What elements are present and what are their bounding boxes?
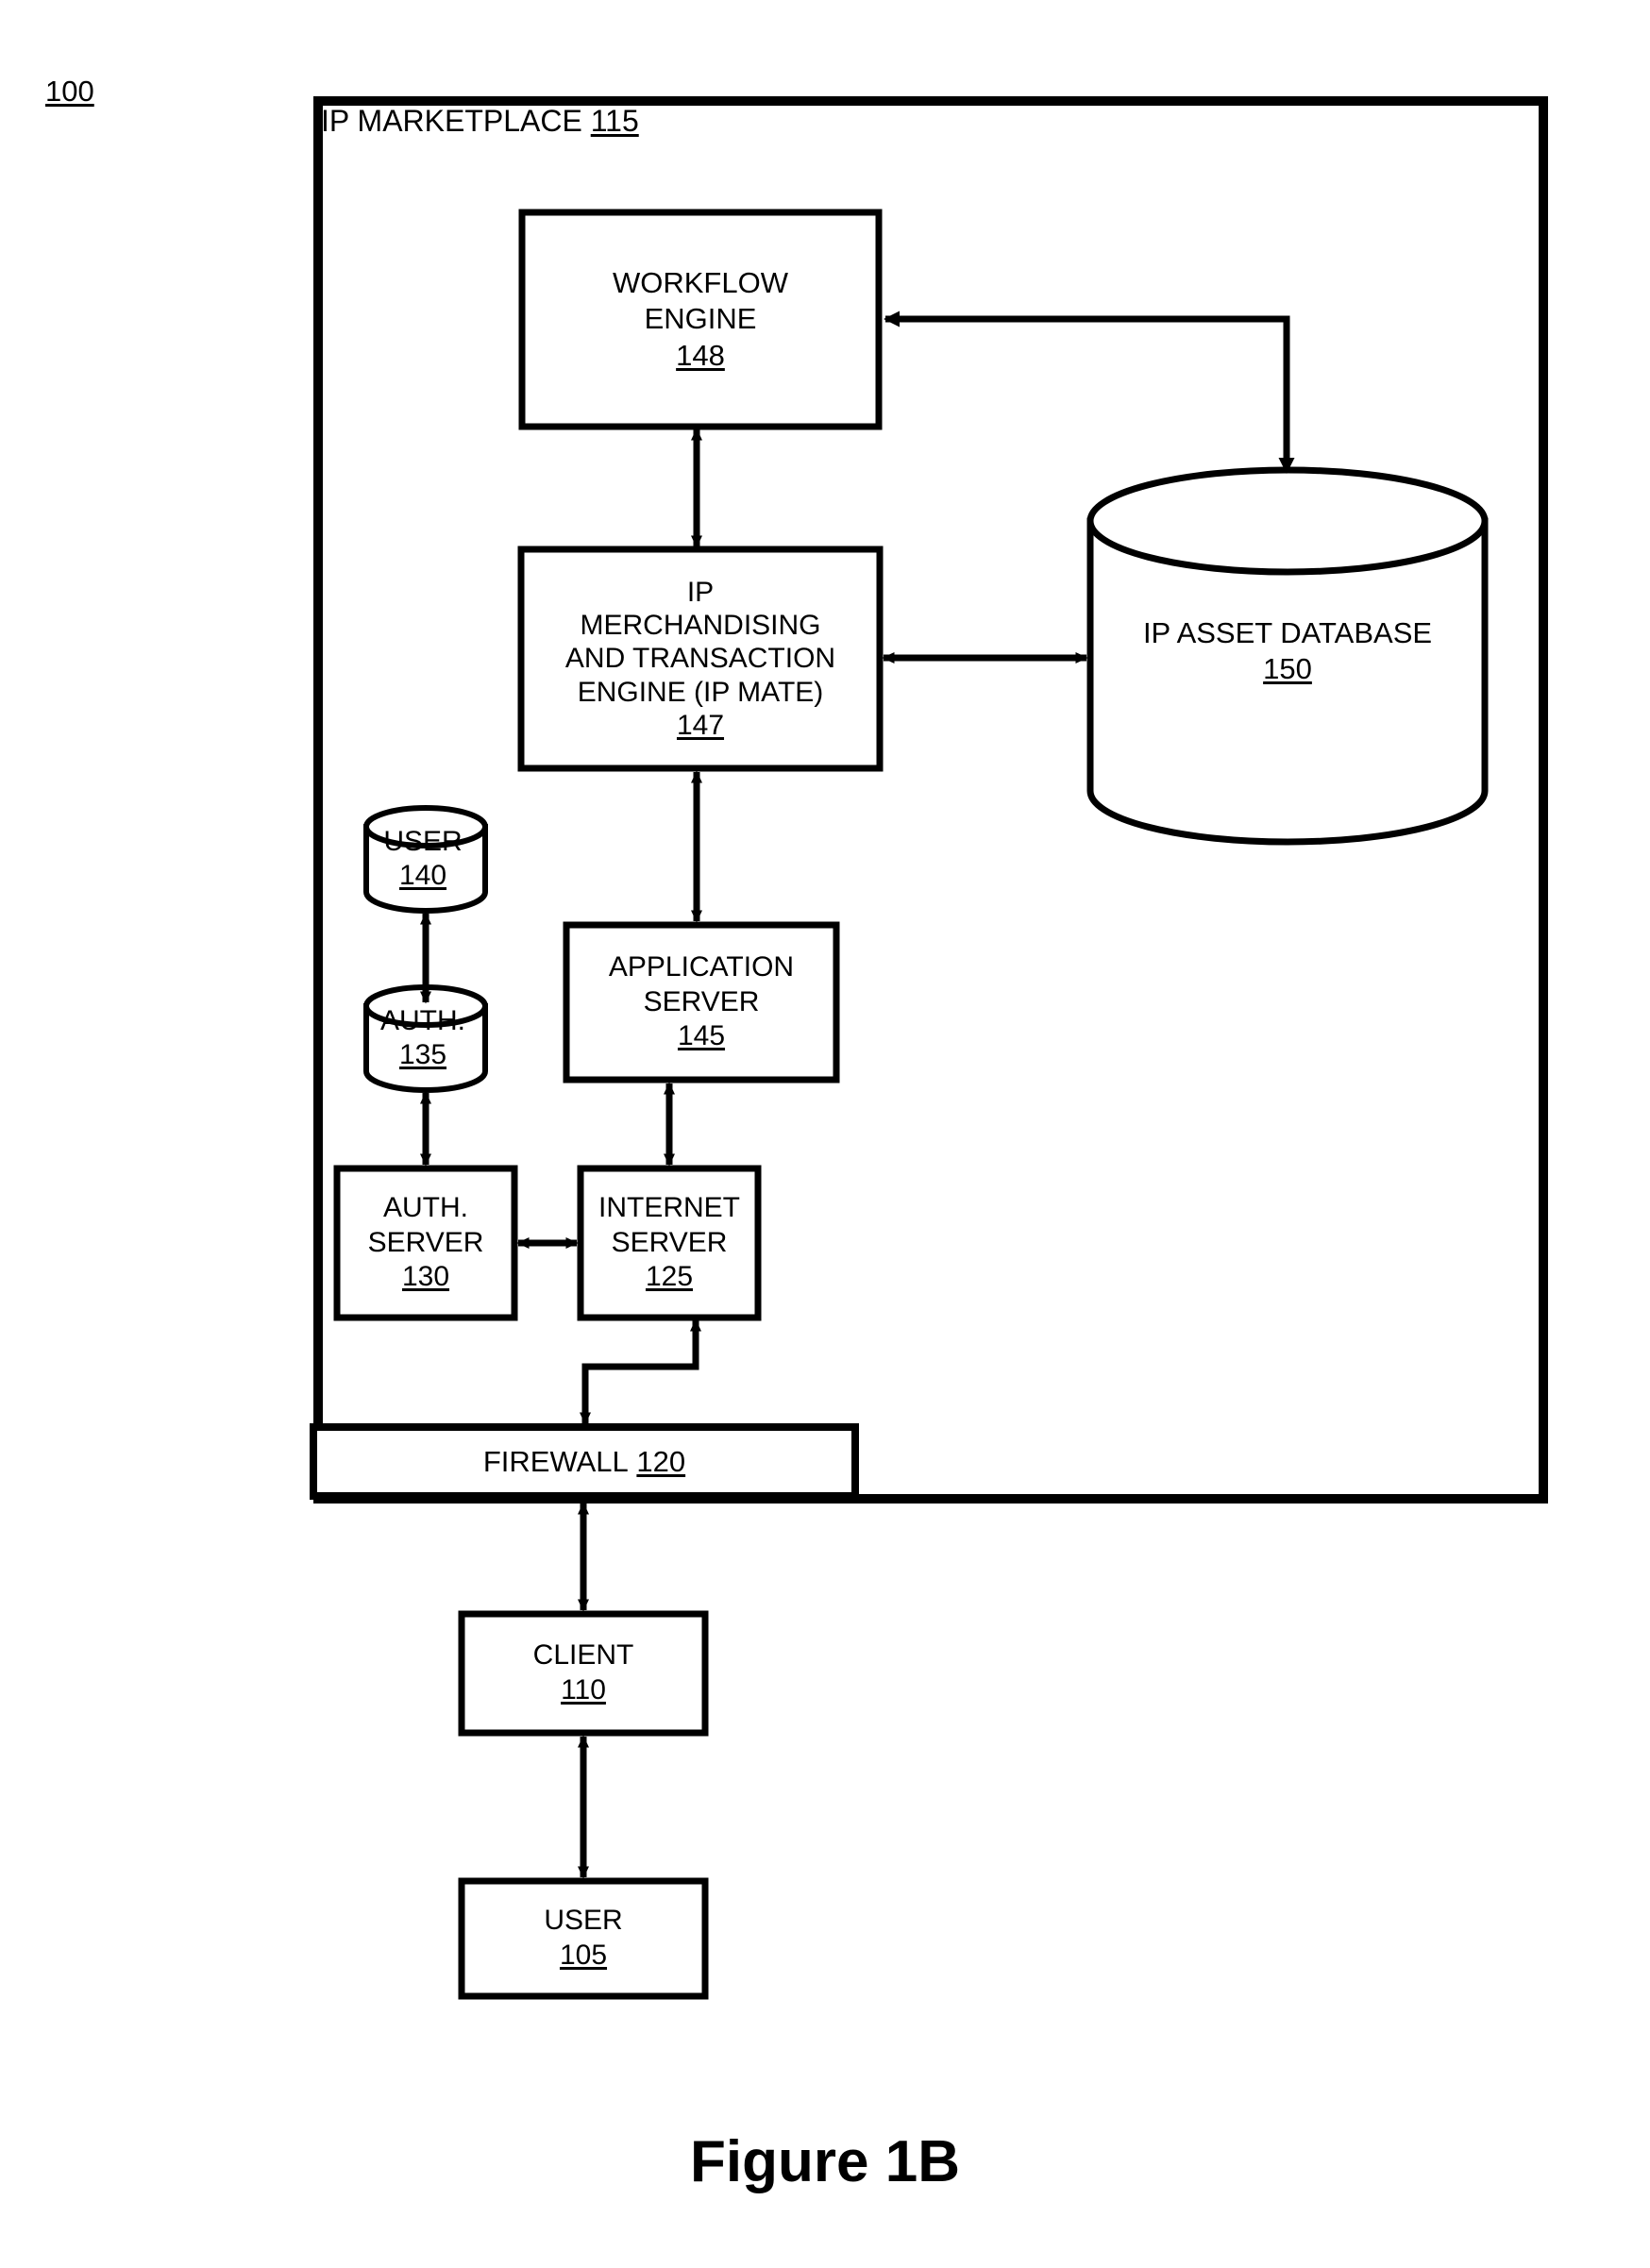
connector-workflow-to-ipdb — [884, 311, 1295, 474]
diagram-canvas — [310, 96, 1548, 2000]
ip-mate-box — [517, 546, 884, 772]
internet-server-box — [577, 1165, 762, 1321]
ip-marketplace-title: IP MARKETPLACE 115 — [321, 104, 639, 139]
ip-marketplace-title-text: IP MARKETPLACE — [321, 104, 582, 138]
auth-database-cylinder — [363, 984, 488, 1093]
client-box — [458, 1610, 709, 1737]
user-database-cylinder — [363, 805, 488, 914]
connector-internetserver-to-firewall — [580, 1319, 701, 1425]
end-user-box — [458, 1877, 709, 2000]
ip-asset-database-cylinder — [1086, 466, 1489, 846]
firewall-bar — [310, 1423, 859, 1500]
ip-marketplace-ref: 115 — [590, 104, 639, 138]
application-server-box — [563, 921, 840, 1084]
figure-caption: Figure 1B — [690, 2129, 960, 2194]
system-reference-numeral: 100 — [45, 75, 94, 108]
patent-figure-1b: 100 IP MARKETPLACE 115 WORKFLOW ENGINE 1… — [0, 0, 1650, 2268]
auth-server-box — [333, 1165, 518, 1321]
workflow-engine-box — [518, 209, 883, 430]
